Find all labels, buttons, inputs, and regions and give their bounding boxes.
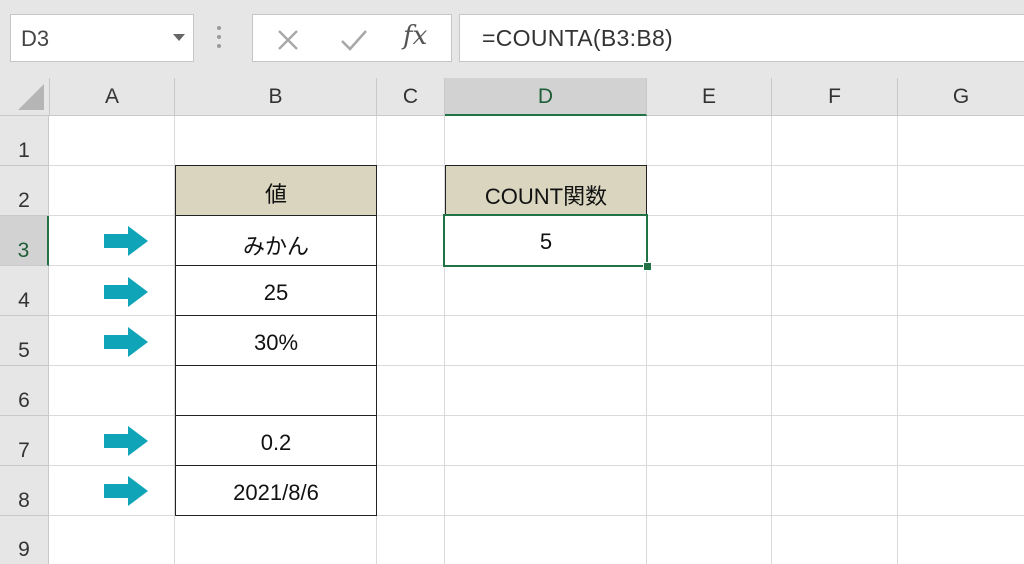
formula-bar: D3 fx =COUNTA(B3:B8)	[0, 0, 1024, 78]
cell-b4[interactable]: 25	[175, 265, 377, 316]
enter-check-icon[interactable]	[339, 21, 369, 55]
name-box[interactable]: D3	[10, 14, 194, 62]
cell-b3[interactable]: みかん	[175, 215, 377, 266]
formula-bar-grip-icon[interactable]	[216, 26, 222, 52]
row-header-9[interactable]: 9	[0, 516, 49, 564]
column-header-d[interactable]: D	[445, 78, 647, 116]
row-header-8[interactable]: 8	[0, 466, 49, 516]
fx-icon[interactable]: fx	[403, 21, 427, 55]
column-header-c[interactable]: C	[377, 78, 445, 116]
column-header-b[interactable]: B	[175, 78, 377, 116]
cell-b8-text: 2021/8/6	[233, 480, 319, 505]
cell-b7-text: 0.2	[260, 430, 292, 455]
cell-b8[interactable]: 2021/8/6	[175, 465, 377, 516]
count-header-text: COUNT関数	[484, 184, 608, 209]
row-header-5[interactable]: 5	[0, 316, 49, 366]
cell-b2-header[interactable]: 値	[175, 165, 377, 216]
cell-b7[interactable]: 0.2	[175, 415, 377, 466]
column-header-bar: A B C D E F G	[0, 78, 1024, 116]
cell-b5-text: 30%	[253, 330, 299, 355]
column-header-f[interactable]: F	[772, 78, 898, 116]
arrow-right-icon	[104, 277, 148, 307]
value-header-text: 値	[264, 182, 287, 207]
row-header-6[interactable]: 6	[0, 366, 49, 416]
select-all-button[interactable]	[0, 78, 50, 116]
fill-handle[interactable]	[643, 262, 652, 271]
row-header-1[interactable]: 1	[0, 116, 49, 166]
arrow-right-icon	[104, 476, 148, 506]
name-box-value: D3	[21, 26, 50, 51]
cell-d2-header[interactable]: COUNT関数	[445, 165, 647, 216]
row-header-7[interactable]: 7	[0, 416, 49, 466]
active-cell-border	[443, 214, 648, 267]
row-header-3[interactable]: 3	[0, 216, 49, 266]
name-box-dropdown-icon[interactable]	[173, 34, 185, 41]
formula-tools: fx	[252, 14, 452, 62]
cell-b4-text: 25	[263, 280, 289, 305]
arrow-right-icon	[104, 327, 148, 357]
arrow-right-icon	[104, 226, 148, 256]
cell-b6[interactable]	[175, 365, 377, 416]
formula-input[interactable]: =COUNTA(B3:B8)	[459, 14, 1024, 62]
row-header-4[interactable]: 4	[0, 266, 49, 316]
cell-b5[interactable]: 30%	[175, 315, 377, 366]
arrow-right-icon	[104, 426, 148, 456]
column-header-g[interactable]: G	[898, 78, 1024, 116]
column-header-a[interactable]: A	[50, 78, 175, 116]
column-header-e[interactable]: E	[647, 78, 772, 116]
cancel-icon[interactable]	[275, 21, 301, 55]
cell-b3-text: みかん	[242, 234, 309, 259]
formula-text: =COUNTA(B3:B8)	[482, 25, 674, 51]
row-header-2[interactable]: 2	[0, 166, 49, 216]
